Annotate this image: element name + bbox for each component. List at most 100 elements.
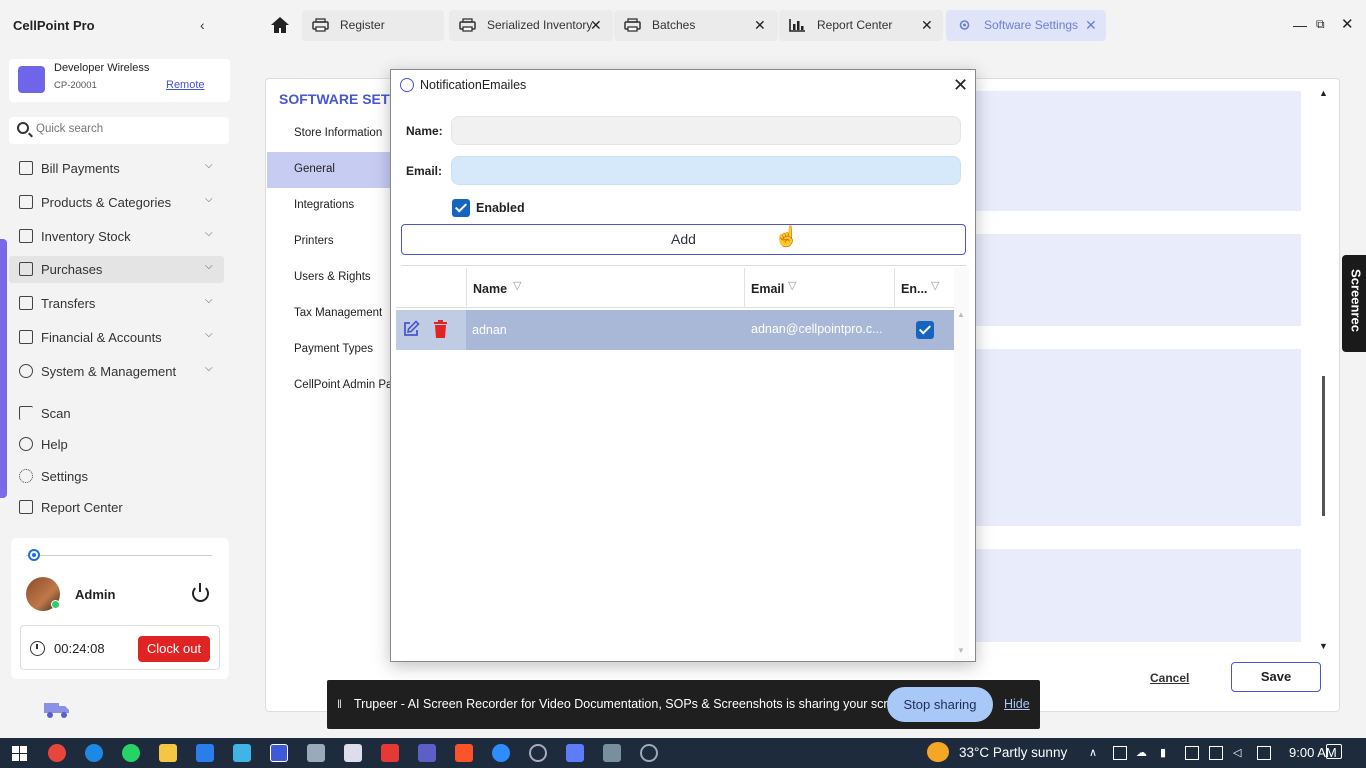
sidebar-item-inventory[interactable]: Inventory Stock ⌵ [9,223,224,250]
sidebar-item-bill-payments[interactable]: Bill Payments ⌵ [9,155,224,182]
tab-serialized-inventory[interactable]: Serialized Inventory ✕ [449,10,613,41]
edge-icon[interactable] [85,744,103,762]
hide-link[interactable]: Hide [1004,697,1030,711]
scroll-up-icon[interactable]: ▲ [1319,88,1328,98]
teams-icon[interactable] [418,744,436,762]
tab-software-settings[interactable]: Software Settings ✕ [946,10,1106,41]
app-icon[interactable] [640,744,658,762]
notification-icon[interactable] [1326,744,1342,759]
sidebar-item-transfers[interactable]: Transfers ⌵ [9,290,224,317]
row-name: adnan [472,323,507,337]
tab-register[interactable]: Register [302,10,444,41]
sidebar-item-financial[interactable]: Financial & Accounts ⌵ [9,324,224,351]
sidebar-item-products[interactable]: Products & Categories ⌵ [9,189,224,216]
grid-scrollbar[interactable]: ▲ ▼ [954,268,969,660]
cancel-button[interactable]: Cancel [1150,671,1189,685]
settings-nav-admin-panel[interactable]: CellPoint Admin Pane [267,368,405,404]
enabled-checkbox[interactable] [452,199,470,217]
tray-icon[interactable] [1113,746,1127,760]
settings-nav-label: General [294,163,335,175]
cellpoint-icon[interactable] [270,744,288,762]
close-icon[interactable]: ✕ [590,17,602,34]
settings-nav-payment-types[interactable]: Payment Types [267,332,391,368]
settings-nav-store-information[interactable]: Store Information [267,116,391,152]
column-header-email[interactable]: Email [751,282,784,296]
save-button[interactable]: Save [1231,662,1321,692]
calculator-icon[interactable] [603,744,621,762]
sidebar-link-settings[interactable]: Settings [9,463,224,490]
zoom-icon[interactable] [492,744,510,762]
screenrec-widget[interactable]: Screenrec [1342,255,1366,352]
store-icon[interactable] [196,744,214,762]
close-icon[interactable]: ✕ [1085,17,1097,34]
file-explorer-icon[interactable] [159,744,177,762]
slider-knob[interactable] [28,549,40,561]
app-icon[interactable] [233,744,251,762]
name-input[interactable] [451,116,961,145]
sidebar-link-report-center[interactable]: Report Center [9,494,224,521]
sidebar-item-system[interactable]: System & Management ⌵ [9,358,224,385]
weather-icon[interactable] [927,742,949,762]
sidebar-link-help[interactable]: Help [9,431,224,458]
sidebar-link-scan[interactable]: Scan [9,400,224,427]
window-close-icon[interactable]: ✕ [1341,15,1354,33]
printer-icon [312,18,329,32]
drag-handle-icon[interactable]: ‖ [337,697,342,711]
battery-icon[interactable] [1257,746,1271,760]
email-input[interactable] [451,156,961,185]
chrome-icon[interactable] [48,744,66,762]
remote-link[interactable]: Remote [166,79,205,91]
app-icon[interactable] [381,744,399,762]
trash-icon[interactable] [433,320,448,338]
network-icon[interactable] [1209,746,1223,760]
close-icon[interactable]: ✕ [754,17,766,34]
close-icon[interactable]: ✕ [921,17,933,34]
brave-icon[interactable] [455,744,473,762]
app-icon[interactable] [566,744,584,762]
filter-icon[interactable]: ▽ [931,279,941,292]
power-icon[interactable] [192,583,209,602]
scroll-down-icon[interactable]: ▼ [1319,641,1328,651]
dialog-close-icon[interactable]: ✕ [953,75,968,96]
search-input[interactable]: Quick search [36,123,103,135]
filter-icon[interactable]: ▽ [788,279,798,292]
app-icon[interactable] [344,744,362,762]
windows-start-icon[interactable] [12,746,27,761]
row-enabled-checkbox[interactable] [916,321,934,339]
microphone-icon[interactable]: ▮ [1160,746,1174,760]
settings-nav-printers[interactable]: Printers [267,224,391,260]
table-row[interactable]: adnan adnan@cellpointpro.c... [396,310,954,350]
chevron-up-icon[interactable]: ∧ [1089,746,1103,760]
stop-sharing-button[interactable]: Stop sharing [887,687,993,722]
store-card[interactable]: Developer Wireless CP-20001 Remote [9,59,230,102]
filter-icon[interactable]: ▽ [513,279,523,292]
weather-text[interactable]: 33°C Partly sunny [959,745,1067,760]
settings-nav-integrations[interactable]: Integrations [267,188,391,224]
scroll-down-icon[interactable]: ▼ [957,646,965,655]
app-icon[interactable] [307,744,325,762]
settings-nav-general[interactable]: General [267,152,391,188]
column-header-name[interactable]: Name [473,282,507,296]
home-icon[interactable] [270,16,290,34]
minimize-icon[interactable]: — [1293,17,1307,33]
tab-report-center[interactable]: Report Center ✕ [779,10,943,41]
quick-search[interactable]: Quick search [9,117,229,144]
edit-icon[interactable] [402,320,420,338]
column-header-enabled[interactable]: En... [901,282,927,296]
cloud-icon[interactable]: ☁ [1136,746,1150,760]
settings-nav-users-rights[interactable]: Users & Rights [267,260,391,296]
sidebar-item-purchases[interactable]: Purchases ⌵ [9,256,224,283]
scroll-up-icon[interactable]: ▲ [957,310,965,319]
clock-out-button[interactable]: Clock out [138,636,210,662]
truck-icon[interactable] [42,699,72,719]
scrollbar-thumb[interactable] [1322,376,1325,516]
restore-icon[interactable]: ⧉ [1316,17,1325,32]
volume-icon[interactable]: ◁ [1233,746,1247,760]
app-icon[interactable] [529,744,547,762]
tab-batches[interactable]: Batches ✕ [614,10,778,41]
tray-icon[interactable] [1185,746,1199,760]
settings-nav-tax-management[interactable]: Tax Management [267,296,391,332]
collapse-sidebar-icon[interactable]: ‹ [200,17,205,33]
add-button[interactable]: Add [401,224,966,255]
whatsapp-icon[interactable] [122,744,140,762]
